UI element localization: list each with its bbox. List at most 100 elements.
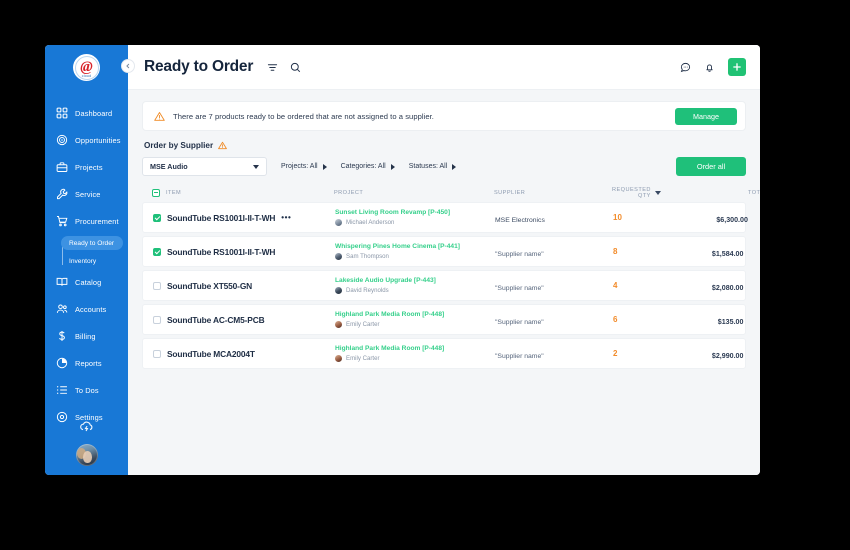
row-total-cell: $2,080.00	[669, 277, 744, 295]
row-select-cell	[153, 247, 167, 256]
project-link[interactable]: Highland Park Media Room [P-448]	[335, 345, 495, 352]
filter-categories[interactable]: Categories: All	[341, 163, 395, 170]
requested-qty: 2	[613, 349, 618, 358]
row-total-cell: $1,584.00	[669, 243, 744, 261]
topbar-actions	[680, 58, 746, 76]
column-header-project[interactable]: PROJECT	[334, 190, 494, 196]
table-row[interactable]: SoundTube XT550-GN Lakeside Audio Upgrad…	[142, 270, 746, 301]
filter-label: Projects: All	[281, 163, 318, 170]
row-checkbox[interactable]	[153, 315, 161, 324]
contact-avatar	[335, 354, 342, 362]
row-project-cell: Whispering Pines Home Cinema [P-441] Sam…	[335, 243, 495, 260]
table-header-row: ITEM PROJECT SUPPLIER REQUESTED QTY TOTA…	[142, 183, 760, 202]
filter-icon[interactable]	[267, 62, 278, 73]
contact-name: David Reynolds	[346, 286, 389, 294]
row-total-cell: $2,990.00	[669, 345, 744, 363]
requested-qty: 4	[613, 281, 618, 290]
sidebar-item-procurement[interactable]: Procurement	[45, 211, 128, 231]
contact-name: Emily Carter	[346, 320, 380, 328]
book-icon	[56, 276, 68, 288]
filter-statuses[interactable]: Statuses: All	[409, 163, 457, 170]
sidebar-item-ready-to-order[interactable]: Ready to Order	[61, 236, 123, 250]
logo-cloud-label: cloud	[81, 74, 92, 78]
row-supplier-cell: MSE Electronics	[495, 209, 613, 227]
row-item-cell: SoundTube RS1001I-II-T-WH	[167, 247, 335, 257]
select-all-checkbox[interactable]	[152, 188, 160, 197]
project-contact: David Reynolds	[335, 286, 495, 294]
sidebar-item-reports[interactable]: Reports	[45, 353, 128, 373]
row-select-cell	[153, 349, 167, 358]
row-qty-cell: 4	[613, 281, 669, 290]
contact-name: Sam Thompson	[346, 252, 389, 260]
app-window: @ cloud Dashboard Opportunities Projects…	[45, 45, 760, 475]
row-project-cell: Highland Park Media Room [P-448] Emily C…	[335, 345, 495, 362]
table-row[interactable]: SoundTube MCA2004T Highland Park Media R…	[142, 338, 746, 369]
sidebar-item-billing[interactable]: Billing	[45, 326, 128, 346]
sidebar-item-opportunities[interactable]: Opportunities	[45, 130, 128, 150]
item-name: SoundTube AC-CM5-PCB	[167, 314, 265, 325]
requested-qty: 8	[613, 247, 618, 256]
avatar[interactable]	[75, 444, 98, 466]
column-header-item[interactable]: ITEM	[166, 190, 334, 196]
cloud-upload-icon[interactable]	[79, 419, 94, 434]
row-supplier-cell: "Supplier name"	[495, 311, 613, 329]
sidebar-item-accounts[interactable]: Accounts	[45, 299, 128, 319]
row-menu-icon[interactable]: •••	[281, 213, 291, 222]
row-total-cell: $135.00	[669, 311, 744, 329]
row-checkbox[interactable]	[153, 281, 161, 290]
section-header: Order by Supplier	[144, 141, 746, 150]
order-all-button[interactable]: Order all	[676, 157, 746, 176]
row-checkbox[interactable]	[153, 349, 161, 358]
project-link[interactable]: Whispering Pines Home Cinema [P-441]	[335, 243, 495, 250]
sidebar-item-label: Billing	[75, 331, 96, 341]
row-project-cell: Highland Park Media Room [P-448] Emily C…	[335, 311, 495, 328]
sidebar-item-catalog[interactable]: Catalog	[45, 272, 128, 292]
chevron-down-icon	[253, 164, 259, 169]
chevron-right-icon	[452, 163, 457, 170]
row-item-cell: SoundTube MCA2004T	[167, 349, 335, 359]
sidebar-item-label: Opportunities	[75, 135, 121, 145]
filter-projects[interactable]: Projects: All	[281, 163, 327, 170]
select-all-cell	[152, 188, 166, 197]
manage-button[interactable]: Manage	[675, 107, 737, 125]
search-icon[interactable]	[290, 62, 301, 73]
bell-icon[interactable]	[704, 62, 715, 73]
table-row[interactable]: SoundTube AC-CM5-PCB Highland Park Media…	[142, 304, 746, 335]
supplier-select[interactable]: MSE Audio	[142, 157, 267, 176]
total-cost: $2,990.00	[711, 351, 744, 360]
sidebar-item-service[interactable]: Service	[45, 184, 128, 204]
project-link[interactable]: Highland Park Media Room [P-448]	[335, 311, 495, 318]
item-name: SoundTube RS1001I-II-T-WH	[167, 212, 276, 223]
sidebar-item-dashboard[interactable]: Dashboard	[45, 103, 128, 123]
sidebar-item-label: Dashboard	[75, 108, 113, 118]
row-checkbox[interactable]	[153, 247, 161, 256]
sidebar-item-label: Reports	[75, 358, 102, 368]
chat-icon[interactable]	[680, 62, 691, 73]
project-link[interactable]: Lakeside Audio Upgrade [P-443]	[335, 277, 495, 284]
sidebar-item-label: Projects	[75, 162, 103, 172]
sidebar: @ cloud Dashboard Opportunities Projects…	[45, 45, 128, 475]
sidebar-collapse-button[interactable]	[121, 59, 135, 73]
app-logo[interactable]: @ cloud	[45, 45, 128, 90]
column-header-qty[interactable]: REQUESTED QTY	[612, 187, 713, 199]
table-row[interactable]: SoundTube RS1001I-II-T-WH Whispering Pin…	[142, 236, 746, 267]
contact-name: Michael Anderson	[346, 218, 395, 226]
row-item-cell: SoundTube XT550-GN	[167, 281, 335, 291]
requested-qty: 6	[613, 315, 618, 324]
sidebar-item-projects[interactable]: Projects	[45, 157, 128, 177]
supplier-name: "Supplier name"	[495, 284, 544, 292]
column-header-supplier[interactable]: SUPPLIER	[494, 190, 612, 196]
add-button[interactable]	[728, 58, 746, 76]
row-select-cell	[153, 315, 167, 324]
project-link[interactable]: Sunset Living Room Revamp [P-450]	[335, 209, 495, 216]
sidebar-item-todos[interactable]: To Dos	[45, 380, 128, 400]
sidebar-item-inventory[interactable]: Inventory	[61, 254, 128, 268]
sidebar-item-label: Service	[75, 189, 101, 199]
table-row[interactable]: SoundTube RS1001I-II-T-WH ••• Sunset Liv…	[142, 202, 748, 233]
wrench-icon	[56, 188, 68, 200]
column-header-total[interactable]: TOTAL COST	[713, 190, 760, 196]
filter-label: Statuses: All	[408, 163, 448, 170]
row-qty-cell: 8	[613, 247, 669, 256]
row-checkbox[interactable]	[153, 213, 161, 222]
sidebar-footer	[45, 419, 128, 475]
